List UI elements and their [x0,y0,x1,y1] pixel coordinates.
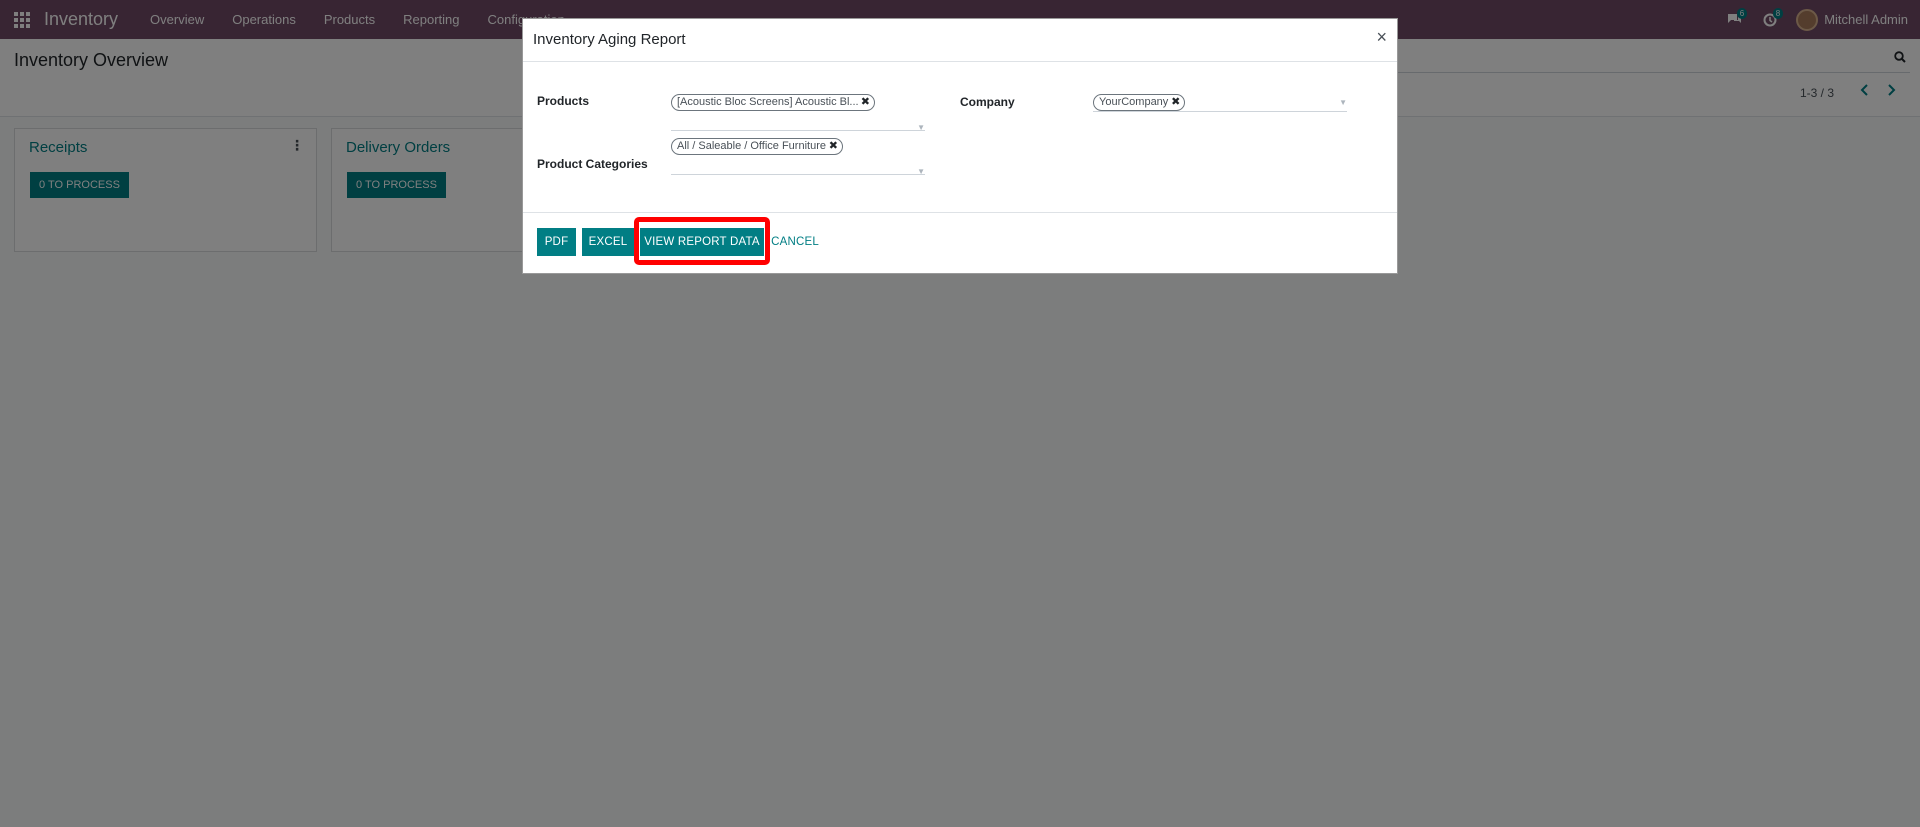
categories-tag: All / Saleable / Office Furniture ✖ [671,138,843,155]
categories-tag-label: All / Saleable / Office Furniture [677,140,826,152]
highlight-box [634,217,770,265]
dialog-title: Inventory Aging Report [533,31,686,48]
inventory-aging-dialog: Inventory Aging Report × Products ▼ [Aco… [522,18,1398,274]
remove-tag-icon[interactable]: ✖ [861,95,870,110]
cancel-button[interactable]: CANCEL [769,228,821,256]
dropdown-caret-icon[interactable]: ▼ [917,167,925,176]
product-categories-label: Product Categories [537,157,648,171]
company-label: Company [960,95,1015,109]
company-tag-label: YourCompany [1099,96,1169,108]
pdf-button[interactable]: PDF [537,228,576,256]
dialog-footer: PDF EXCEL VIEW REPORT DATA CANCEL [523,212,1397,274]
remove-tag-icon[interactable]: ✖ [1171,95,1180,110]
dialog-body: Products ▼ [Acoustic Bloc Screens] Acous… [523,62,1397,212]
products-label: Products [537,94,590,108]
close-icon[interactable]: × [1376,27,1387,48]
products-tag-label: [Acoustic Bloc Screens] Acoustic Bl... [677,96,859,108]
dropdown-caret-icon[interactable]: ▼ [917,123,925,132]
remove-tag-icon[interactable]: ✖ [829,139,838,154]
dropdown-caret-icon[interactable]: ▼ [1339,98,1347,107]
products-tag: [Acoustic Bloc Screens] Acoustic Bl... ✖ [671,94,875,111]
products-field[interactable]: ▼ [671,111,925,132]
excel-button[interactable]: EXCEL [582,228,634,256]
dialog-header: Inventory Aging Report × [523,19,1397,62]
product-categories-field[interactable]: ▼ [671,155,925,176]
company-tag: YourCompany ✖ [1093,94,1186,111]
